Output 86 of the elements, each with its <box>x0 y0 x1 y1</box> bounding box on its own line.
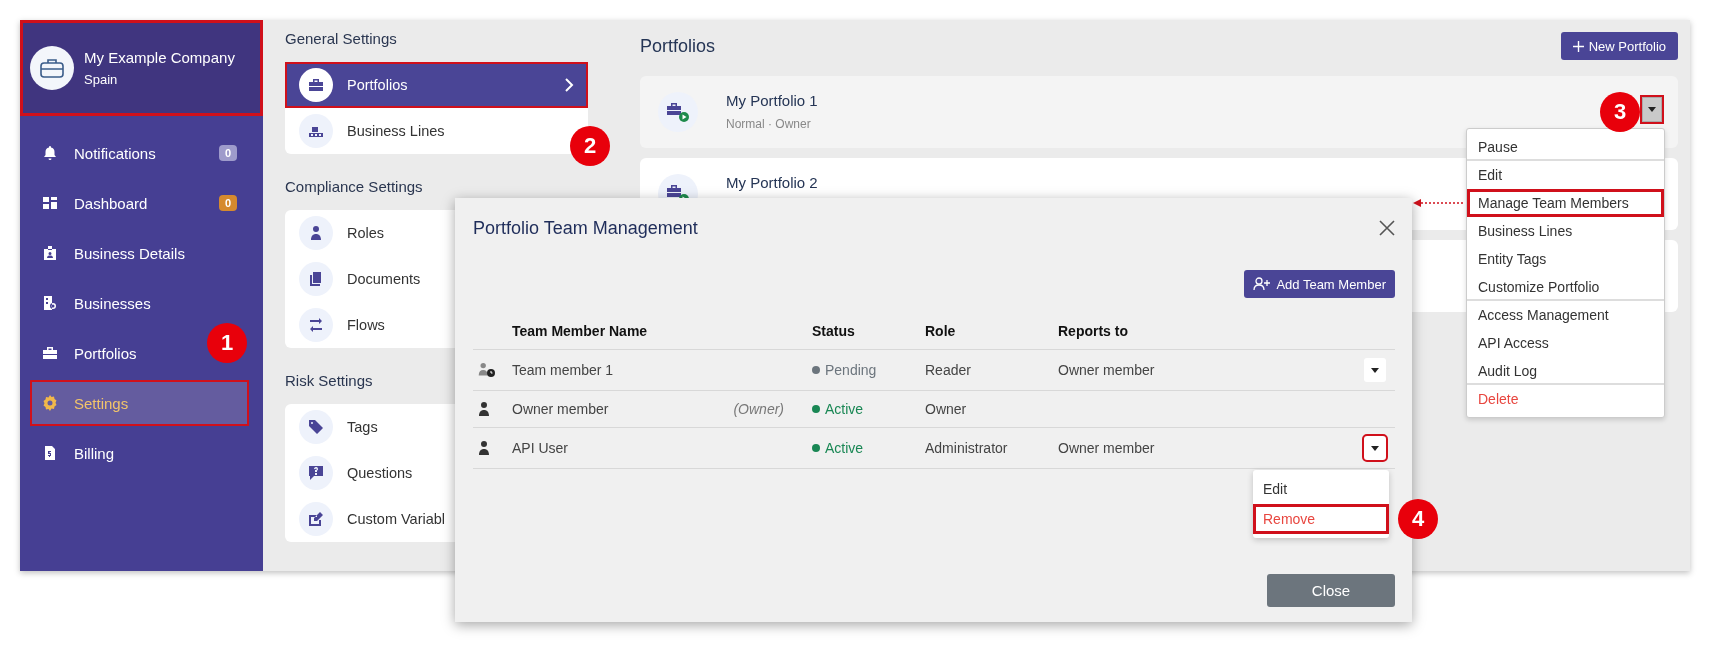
count-badge: 0 <box>218 195 237 211</box>
dropdown-button[interactable] <box>1642 97 1662 122</box>
table-cell-text: Team member 1 <box>512 362 615 378</box>
table-cell-text: Owner <box>925 401 968 417</box>
close-button[interactable]: Close <box>1267 574 1395 607</box>
menu-item[interactable]: API Access <box>1467 329 1664 357</box>
table-cell: Owner member <box>1058 362 1155 378</box>
menu-item[interactable]: Edit <box>1253 474 1389 504</box>
dropdown-button[interactable] <box>1364 436 1386 460</box>
category-link[interactable]: Questions <box>285 450 427 496</box>
category-link[interactable]: Portfolios <box>285 62 588 108</box>
menu-item[interactable]: Manage Team Members <box>1467 189 1664 217</box>
category-link[interactable]: Roles <box>285 210 399 256</box>
table-cell-text: Administrator <box>925 440 1009 456</box>
caret-down-icon <box>1648 107 1656 112</box>
menu-item[interactable]: Entity Tags <box>1467 245 1664 273</box>
nav-item[interactable]: Business Details <box>30 230 197 276</box>
category-link[interactable]: Custom Variabl <box>285 496 460 542</box>
new-portfolio-button[interactable]: New Portfolio <box>1560 32 1678 60</box>
idcard-icon <box>42 245 58 261</box>
briefcase-icon <box>30 46 74 90</box>
company-country: Spain <box>84 72 119 87</box>
menu-item[interactable]: Access Management <box>1467 301 1664 329</box>
add-user-icon <box>1253 277 1272 291</box>
building-icon <box>42 295 58 311</box>
edit-icon <box>299 502 333 536</box>
nav-item[interactable]: Notifications 0 <box>30 130 249 176</box>
caret-down-icon <box>1371 367 1379 373</box>
category-link[interactable]: Documents <box>285 256 435 302</box>
table-cell-text: API User <box>512 440 569 456</box>
company-name: My Example Company <box>84 49 235 66</box>
category-link[interactable]: Tags <box>285 404 392 450</box>
column-header: Reports to <box>1058 323 1129 339</box>
person-icon <box>299 216 333 250</box>
grid-icon <box>42 195 58 211</box>
category-link[interactable]: Flows <box>285 302 399 348</box>
status-label: Active <box>812 440 925 456</box>
caret-down-icon <box>1371 445 1379 451</box>
menu-item[interactable]: Customize Portfolio <box>1467 273 1664 301</box>
close-icon[interactable] <box>1379 220 1395 236</box>
table-cell-text: Reader <box>925 362 972 378</box>
bill-icon <box>42 445 58 461</box>
column-header: Status <box>812 323 856 339</box>
portfolio-meta: Normal · Owner <box>726 117 811 131</box>
menu-item[interactable]: Pause <box>1467 133 1664 161</box>
nav-item[interactable]: Billing <box>30 430 127 476</box>
bell-icon <box>42 145 58 161</box>
menu-item[interactable]: Delete <box>1467 385 1664 413</box>
nav-item[interactable]: Dashboard 0 <box>30 180 249 226</box>
modal-title: Portfolio Team Management <box>473 217 698 239</box>
section-title: Compliance Settings <box>285 178 424 197</box>
table-cell-text: Owner member <box>512 401 610 417</box>
chevron-right-icon <box>564 77 574 93</box>
nav-item[interactable]: Portfolios <box>30 330 149 376</box>
briefcase-icon <box>658 92 698 132</box>
column-header: Role <box>925 323 957 339</box>
question-icon <box>299 456 333 490</box>
docs-icon <box>299 262 333 296</box>
flows-icon <box>299 308 333 342</box>
status-label: Active <box>812 401 925 417</box>
add-team-member-button[interactable]: Add Team Member <box>1244 270 1395 298</box>
nav-item[interactable]: Settings <box>30 380 249 426</box>
company-header[interactable]: My Example Company Spain <box>20 20 263 116</box>
tag-icon <box>299 410 333 444</box>
count-badge: 0 <box>218 145 237 161</box>
section-title: Risk Settings <box>285 372 374 391</box>
column-header: Team Member Name <box>512 323 649 339</box>
menu-item[interactable]: Edit <box>1467 161 1664 189</box>
plus-icon <box>1572 40 1584 52</box>
pointer-arrow <box>1413 198 1465 208</box>
briefcase-icon <box>42 345 58 361</box>
category-link[interactable]: Business Lines <box>285 108 459 154</box>
dropdown-button[interactable] <box>1364 358 1386 382</box>
table-cell: Owner member <box>1058 440 1155 456</box>
section-title: General Settings <box>285 30 398 49</box>
portfolio-name: My Portfolio 2 <box>726 174 818 191</box>
page-title: Portfolios <box>640 35 716 57</box>
portfolio-name: My Portfolio 1 <box>726 92 818 109</box>
gear-icon <box>42 395 58 411</box>
nav-item[interactable]: Businesses <box>30 280 163 326</box>
menu-item[interactable]: Business Lines <box>1467 217 1664 245</box>
menu-item[interactable]: Remove <box>1253 504 1389 534</box>
owner-tag: (Owner) <box>733 401 784 417</box>
status-label: Pending <box>812 362 925 378</box>
briefcase-icon <box>299 68 333 102</box>
menu-item[interactable]: Audit Log <box>1467 357 1664 385</box>
